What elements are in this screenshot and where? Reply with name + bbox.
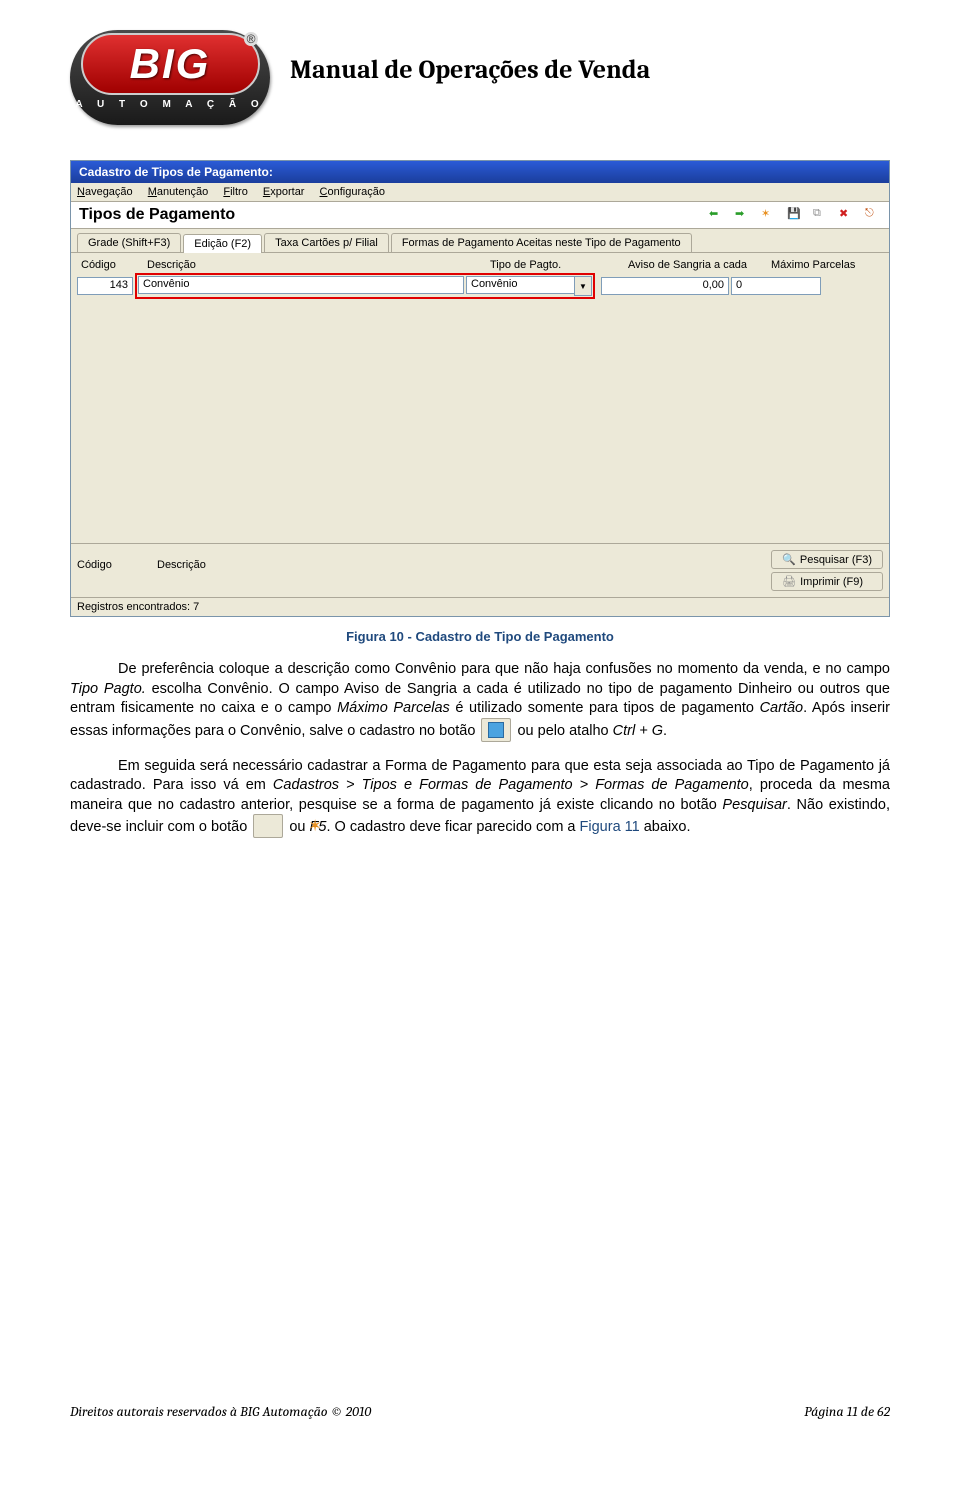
- descricao-field[interactable]: Convênio: [138, 276, 464, 294]
- panel-title: Tipos de Pagamento: [79, 206, 235, 224]
- pesquisar-label: Pesquisar (F3): [800, 554, 872, 566]
- logo-main: BIG: [81, 33, 260, 95]
- figure-caption: Figura 10 - Cadastro de Tipo de Pagament…: [70, 629, 890, 644]
- save-icon-inline: [481, 718, 511, 742]
- logo: ® BIG A U T O M A Ç Ã O: [70, 30, 270, 125]
- p1-j: .: [663, 723, 667, 739]
- menu-filtro[interactable]: Filtro: [223, 186, 247, 198]
- pesquisar-button[interactable]: 🔍 Pesquisar (F3): [771, 550, 883, 569]
- registered-icon: ®: [244, 32, 258, 46]
- menubar: NNavegaçãoavegação Manutenção Filtro Exp…: [71, 183, 889, 202]
- column-headers: Código Descrição Tipo de Pagto. Aviso de…: [75, 257, 885, 273]
- p1-h: ou pelo atalho: [513, 723, 612, 739]
- imprimir-button[interactable]: 🖨 Imprimir (F9): [771, 572, 883, 591]
- new-icon-inline: [253, 814, 283, 838]
- exit-icon[interactable]: ⎋: [865, 207, 881, 223]
- p2-d: Pesquisar: [722, 797, 786, 813]
- p1-b: Tipo Pagto.: [70, 681, 146, 697]
- body-text: De preferência coloque a descrição como …: [70, 660, 890, 839]
- p2-j: abaixo.: [640, 819, 691, 835]
- paragraph-1: De preferência coloque a descrição como …: [70, 660, 890, 743]
- col-max: Máximo Parcelas: [767, 259, 859, 271]
- tipo-dropdown[interactable]: Convênio ▼: [466, 276, 592, 296]
- col-aviso: Aviso de Sangria a cada: [624, 259, 767, 271]
- p2-i: Figura 11: [580, 819, 640, 835]
- imprimir-label: Imprimir (F9): [800, 576, 863, 588]
- footer-right: Página 11 de 62: [804, 1403, 890, 1420]
- p1-f: Cartão: [760, 700, 804, 716]
- print-icon: 🖨: [782, 575, 796, 588]
- bottom-codigo-label: Código: [77, 559, 147, 571]
- panel-header: Tipos de Pagamento ⬅ ➡ ✶ 💾 ⧉ ✖ ⎋: [71, 202, 889, 229]
- menu-exportar[interactable]: Exportar: [263, 186, 305, 198]
- p1-d: Máximo Parcelas: [337, 700, 450, 716]
- data-row: 143 Convênio Convênio ▼ 0,00 0: [75, 273, 885, 303]
- tab-edicao[interactable]: Edição (F2): [183, 234, 262, 253]
- col-tipo: Tipo de Pagto.: [486, 259, 624, 271]
- footer-left: Direitos autorais reservados à BIG Autom…: [70, 1403, 371, 1420]
- menu-navegacao[interactable]: NNavegaçãoavegação: [77, 186, 133, 198]
- screenshot-window: Cadastro de Tipos de Pagamento: NNavegaç…: [70, 160, 890, 617]
- aviso-field[interactable]: 0,00: [601, 277, 729, 295]
- menu-configuracao[interactable]: Configuração: [320, 186, 385, 198]
- search-icon: 🔍: [782, 553, 796, 566]
- col-codigo: Código: [77, 259, 143, 271]
- p1-e: é utilizado somente para tipos de pagame…: [450, 700, 760, 716]
- page-title: Manual de Operações de Venda: [290, 55, 650, 85]
- p1-a: De preferência coloque a descrição como …: [118, 661, 890, 677]
- col-descricao: Descrição: [143, 259, 486, 271]
- new-icon[interactable]: ✶: [761, 207, 777, 223]
- bottom-codigo-field[interactable]: [77, 573, 147, 591]
- copy-icon[interactable]: ⧉: [813, 207, 829, 223]
- chevron-down-icon[interactable]: ▼: [574, 276, 592, 296]
- bottom-bar: Código Descrição 🔍 Pesquisar (F3) 🖨 Impr…: [71, 543, 889, 597]
- p2-b: Cadastros > Tipos e Formas de Pagamento …: [273, 777, 749, 793]
- toolbar: ⬅ ➡ ✶ 💾 ⧉ ✖ ⎋: [709, 207, 881, 223]
- menu-manutencao[interactable]: Manutenção: [148, 186, 209, 198]
- status-bar: Registros encontrados: 7: [71, 597, 889, 616]
- tab-formas[interactable]: Formas de Pagamento Aceitas neste Tipo d…: [391, 233, 692, 252]
- body-blank: [71, 303, 889, 543]
- highlight-box: Convênio Convênio ▼: [135, 273, 595, 299]
- tipo-field[interactable]: Convênio: [466, 276, 574, 294]
- prev-icon[interactable]: ⬅: [709, 207, 725, 223]
- page-header: ® BIG A U T O M A Ç Ã O Manual de Operaç…: [70, 30, 890, 125]
- tab-grade[interactable]: Grade (Shift+F3): [77, 233, 181, 252]
- save-icon[interactable]: 💾: [787, 207, 803, 223]
- bottom-descricao-field[interactable]: [157, 573, 761, 591]
- footer: Direitos autorais reservados à BIG Autom…: [70, 1403, 890, 1420]
- p1-i: Ctrl + G: [613, 723, 663, 739]
- delete-icon[interactable]: ✖: [839, 207, 855, 223]
- codigo-field[interactable]: 143: [77, 277, 133, 295]
- paragraph-2: Em seguida será necessário cadastrar a F…: [70, 757, 890, 840]
- tab-taxa[interactable]: Taxa Cartões p/ Filial: [264, 233, 389, 252]
- fields-area: Código Descrição Tipo de Pagto. Aviso de…: [71, 253, 889, 303]
- bottom-descricao-label: Descrição: [157, 559, 761, 571]
- next-icon[interactable]: ➡: [735, 207, 751, 223]
- tabs: Grade (Shift+F3) Edição (F2) Taxa Cartõe…: [71, 229, 889, 253]
- p2-h: . O cadastro deve ficar parecido com a: [326, 819, 579, 835]
- max-field[interactable]: 0: [731, 277, 821, 295]
- logo-sub: A U T O M A Ç Ã O: [75, 99, 264, 110]
- window-titlebar: Cadastro de Tipos de Pagamento:: [71, 161, 889, 183]
